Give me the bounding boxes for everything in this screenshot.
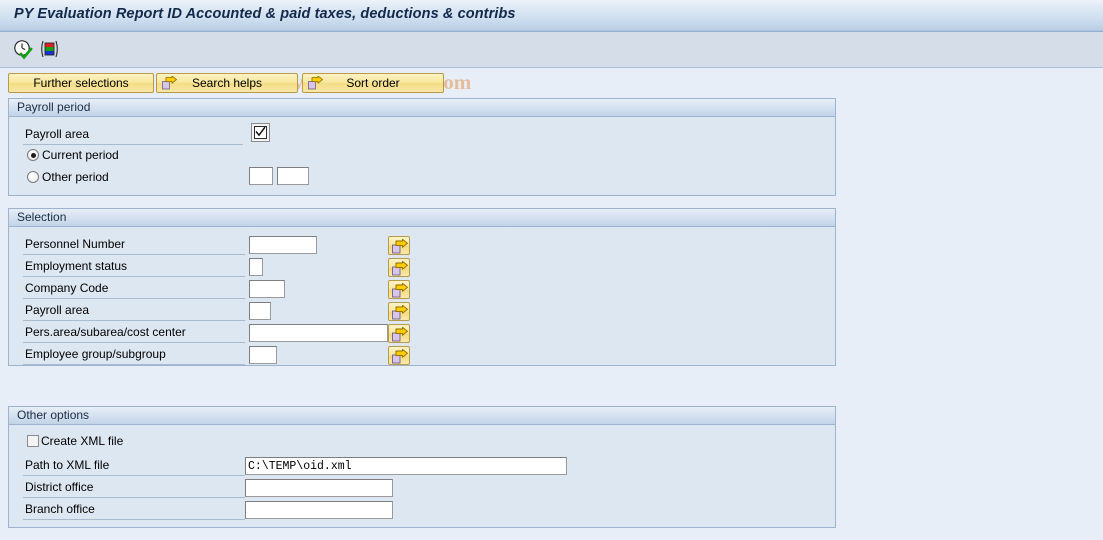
page-title: PY Evaluation Report ID Accounted & paid…: [14, 6, 516, 22]
multi-select-arrow-icon[interactable]: [388, 236, 410, 255]
further-selections-button[interactable]: Further selections: [8, 73, 154, 93]
further-selections-label: Further selections: [33, 76, 129, 90]
arrow-right-icon: [308, 75, 323, 90]
selection-row-input[interactable]: [249, 236, 317, 254]
other-period-field-1[interactable]: [249, 167, 273, 185]
radio-current-period-label: Current period: [42, 148, 119, 162]
multi-select-arrow-icon[interactable]: [388, 324, 410, 343]
payroll-area-picker-button[interactable]: [251, 123, 270, 142]
selection-header: Selection: [9, 209, 835, 227]
selection-row-input[interactable]: [249, 346, 277, 364]
other-options-row-label: District office: [23, 478, 245, 498]
multi-select-arrow-icon[interactable]: [388, 302, 410, 321]
other-period-field-2[interactable]: [277, 167, 309, 185]
window-title-bar: PY Evaluation Report ID Accounted & paid…: [0, 0, 1103, 32]
execute-clock-check-icon[interactable]: [12, 38, 34, 60]
arrow-right-icon: [162, 75, 177, 90]
sort-order-button[interactable]: Sort order: [302, 73, 444, 93]
create-xml-file-checkbox[interactable]: Create XML file: [27, 434, 123, 448]
selection-row-input[interactable]: [249, 302, 271, 320]
create-xml-file-label: Create XML file: [41, 434, 124, 448]
multi-select-arrow-icon[interactable]: [388, 280, 410, 299]
checkbox-box: [27, 435, 39, 447]
application-toolbar: © www.tutorialkart.com: [0, 32, 1103, 94]
radio-current-period[interactable]: Current period: [27, 148, 119, 162]
payroll-period-panel: Payroll period Payroll area Current peri…: [8, 98, 836, 196]
radio-dot-current-period: [27, 149, 39, 161]
payroll-area-label: Payroll area: [23, 125, 243, 145]
sort-order-label: Sort order: [346, 76, 400, 90]
selection-panel: Selection Personnel Number Employment sta…: [8, 208, 836, 366]
selection-row-label: Pers.area/subarea/cost center: [23, 323, 245, 343]
other-options-row-input[interactable]: [245, 501, 393, 519]
multi-select-arrow-icon[interactable]: [388, 258, 410, 277]
variant-bars-icon[interactable]: [38, 38, 60, 60]
other-options-row-label: Path to XML file: [23, 456, 245, 476]
other-options-row-label: Branch office: [23, 500, 245, 520]
selection-row-label: Employee group/subgroup: [23, 345, 245, 365]
selection-row-label: Company Code: [23, 279, 245, 299]
selection-row-input[interactable]: [249, 324, 388, 342]
other-options-row-input[interactable]: [245, 457, 567, 475]
selection-row-label: Employment status: [23, 257, 245, 277]
search-helps-label: Search helps: [191, 76, 263, 90]
selection-row-label: Personnel Number: [23, 235, 245, 255]
radio-dot-other-period: [27, 171, 39, 183]
selection-screen-button-row: Further selections Search helps Sort ord…: [0, 70, 1103, 96]
radio-other-period-label: Other period: [42, 170, 109, 184]
payroll-period-header: Payroll period: [9, 99, 835, 117]
other-options-panel: Other options Create XML file Path to XM…: [8, 406, 836, 528]
radio-other-period[interactable]: Other period: [27, 170, 109, 184]
other-options-header: Other options: [9, 407, 835, 425]
selection-row-input[interactable]: [249, 258, 263, 276]
selection-row-label: Payroll area: [23, 301, 245, 321]
other-options-row-input[interactable]: [245, 479, 393, 497]
multi-select-arrow-icon[interactable]: [388, 346, 410, 365]
selection-row-input[interactable]: [249, 280, 285, 298]
search-helps-button[interactable]: Search helps: [156, 73, 298, 93]
